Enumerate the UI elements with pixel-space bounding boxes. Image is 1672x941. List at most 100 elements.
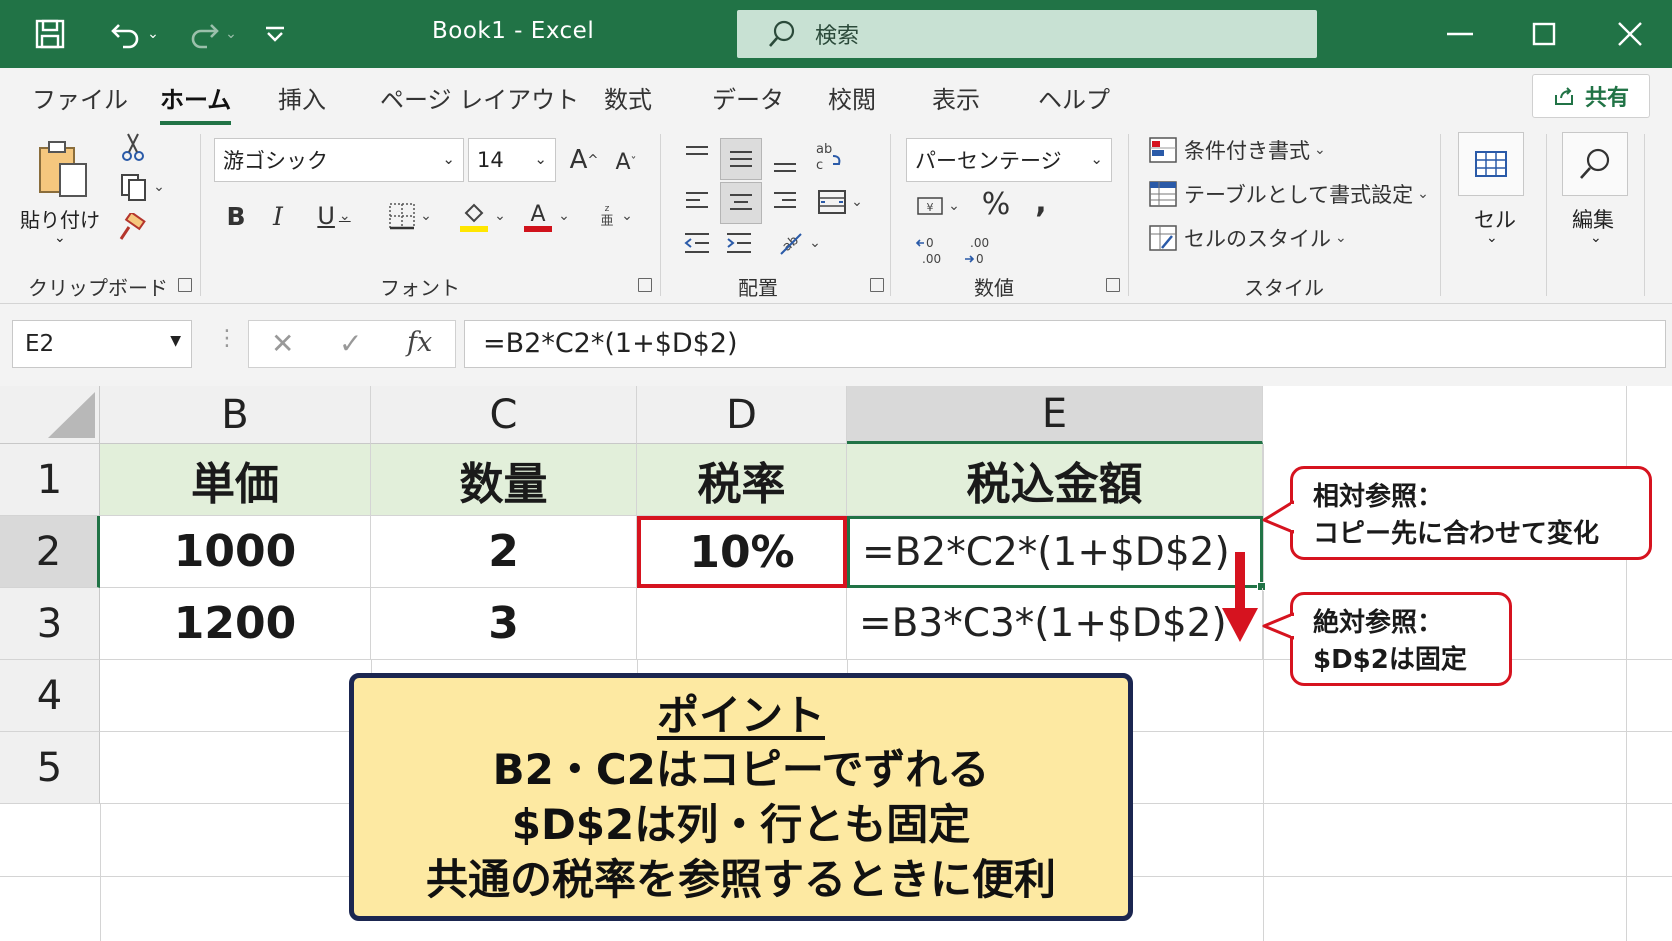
insert-function-icon[interactable]: fx [407, 327, 432, 358]
formula-bar: E2 ▼ ⋮ ✕ ✓ fx =B2*C2*(1+$D$2) [0, 304, 1672, 386]
drag-handle-icon[interactable]: ⋮ [216, 326, 238, 351]
row-header-1[interactable]: 1 [0, 444, 100, 516]
search-icon [769, 20, 795, 47]
paste-label[interactable]: 貼り付け [20, 204, 100, 233]
increase-font-size-icon[interactable]: A ^ [566, 140, 602, 180]
format-as-table-button[interactable]: テーブルとして書式設定 ⌄ [1148, 174, 1429, 214]
column-header-c[interactable]: C [371, 386, 637, 444]
align-left-icon[interactable] [680, 184, 714, 218]
search-box[interactable]: 検索 [737, 10, 1317, 58]
merge-center-icon[interactable]: ⌄ [810, 182, 870, 222]
phonetic-guide-icon[interactable]: z亜 ⌄ [590, 196, 640, 236]
align-bottom-icon[interactable] [768, 146, 802, 180]
select-all-button[interactable] [0, 386, 100, 444]
decrease-font-size-icon[interactable]: Aˇ [608, 142, 644, 182]
cell-b1[interactable]: 単価 [100, 444, 371, 516]
maximize-icon[interactable] [1524, 14, 1564, 54]
italic-icon[interactable]: I [264, 196, 292, 236]
copy-down-arrow-icon [1222, 552, 1258, 642]
enter-icon[interactable]: ✓ [339, 327, 362, 360]
wrap-text-icon[interactable]: ab c [810, 136, 846, 176]
point-line-3: 共通の税率を参照するときに便利 [425, 855, 1056, 904]
decrease-decimal-icon[interactable]: .00 0 [958, 234, 998, 268]
bold-icon[interactable]: B [222, 196, 250, 236]
chevron-down-icon: ⌄ [442, 150, 455, 168]
paste-icon[interactable] [34, 136, 94, 202]
close-icon[interactable] [1610, 14, 1650, 54]
column-header-d[interactable]: D [637, 386, 847, 444]
formula-input[interactable]: =B2*C2*(1+$D$2) [464, 320, 1666, 368]
alignment-launcher-icon[interactable] [870, 278, 884, 292]
conditional-formatting-label: 条件付き書式 [1184, 139, 1310, 163]
point-line-2: $D$2は列・行とも固定 [511, 800, 971, 849]
cell-c3[interactable]: 3 [371, 588, 637, 660]
cell-c1[interactable]: 数量 [371, 444, 637, 516]
cancel-icon[interactable]: ✕ [271, 327, 294, 360]
percent-style-icon[interactable]: % [978, 184, 1014, 224]
paste-dropdown-icon[interactable]: ⌄ [54, 230, 66, 246]
orientation-icon[interactable]: ab ⌄ [770, 224, 826, 262]
minimize-icon[interactable] [1440, 14, 1480, 54]
increase-decimal-icon[interactable]: 0.00 [910, 234, 950, 268]
tab-page-layout[interactable]: ページ レイアウト [380, 80, 579, 115]
redo-icon[interactable]: ⌄ [182, 14, 242, 54]
align-middle-icon[interactable] [720, 138, 762, 180]
font-size-combo[interactable]: 14 ⌄ [468, 138, 556, 182]
cut-icon[interactable] [118, 132, 148, 162]
row-header-4[interactable]: 4 [0, 660, 100, 732]
svg-text:0: 0 [926, 236, 934, 250]
column-header-b[interactable]: B [100, 386, 371, 444]
number-format-combo[interactable]: パーセンテージ ⌄ [906, 138, 1112, 182]
fill-color-icon[interactable]: ⌄ [454, 194, 510, 238]
row-header-2[interactable]: 2 [0, 516, 100, 588]
comma-style-icon[interactable]: , [1028, 182, 1054, 222]
tab-formulas[interactable]: 数式 [604, 80, 652, 115]
tab-view[interactable]: 表示 [932, 80, 980, 115]
underline-icon[interactable]: U ⌄ [306, 196, 362, 236]
number-launcher-icon[interactable] [1106, 278, 1120, 292]
tab-data[interactable]: データ [712, 80, 784, 115]
find-icon[interactable] [1562, 132, 1628, 196]
tab-file[interactable]: ファイル [32, 80, 128, 115]
cell-e3[interactable]: =B3*C3*(1+$D$2) [847, 588, 1263, 660]
cell-d1[interactable]: 税率 [637, 444, 847, 516]
name-box[interactable]: E2 ▼ [12, 320, 192, 368]
share-button[interactable]: 共有 [1532, 74, 1650, 118]
font-launcher-icon[interactable] [638, 278, 652, 292]
conditional-formatting-button[interactable]: 条件付き書式 ⌄ [1148, 130, 1326, 170]
cell-c2[interactable]: 2 [371, 516, 637, 588]
cell-e2[interactable]: =B2*C2*(1+$D$2) [847, 516, 1263, 588]
customize-qat-icon[interactable] [262, 14, 288, 54]
decrease-indent-icon[interactable] [680, 226, 714, 260]
cell-e1[interactable]: 税込金額 [847, 444, 1263, 516]
cell-b3[interactable]: 1200 [100, 588, 371, 660]
column-header-e[interactable]: E [847, 386, 1263, 444]
chevron-down-icon[interactable]: ⌄ [1486, 230, 1498, 246]
clipboard-group-label: クリップボード [28, 276, 168, 300]
cells-icon[interactable] [1458, 132, 1524, 196]
tab-home[interactable]: ホーム [160, 80, 232, 125]
undo-icon[interactable]: ⌄ [104, 14, 164, 54]
align-center-icon[interactable] [720, 182, 762, 224]
copy-icon[interactable]: ⌄ [114, 172, 170, 202]
borders-icon[interactable]: ⌄ [382, 196, 438, 236]
align-top-icon[interactable] [680, 138, 714, 172]
tab-review[interactable]: 校閲 [828, 80, 876, 115]
cell-d3[interactable] [637, 588, 847, 660]
save-icon[interactable] [30, 14, 70, 54]
increase-indent-icon[interactable] [722, 226, 756, 260]
tab-help[interactable]: ヘルプ [1038, 80, 1110, 115]
font-name-combo[interactable]: 游ゴシック ⌄ [214, 138, 464, 182]
align-right-icon[interactable] [768, 184, 802, 218]
format-painter-icon[interactable] [116, 212, 148, 244]
accounting-format-icon[interactable]: ¥ ⌄ [908, 188, 968, 224]
clipboard-launcher-icon[interactable] [178, 278, 192, 292]
tab-insert[interactable]: 挿入 [278, 80, 326, 115]
cell-styles-button[interactable]: セルのスタイル ⌄ [1148, 218, 1347, 258]
row-header-5[interactable]: 5 [0, 732, 100, 804]
cell-b2[interactable]: 1000 [100, 516, 371, 588]
cell-d2[interactable]: 10% [637, 516, 847, 588]
font-color-icon[interactable]: A ⌄ [518, 194, 574, 238]
chevron-down-icon[interactable]: ⌄ [1590, 230, 1602, 246]
row-header-3[interactable]: 3 [0, 588, 100, 660]
